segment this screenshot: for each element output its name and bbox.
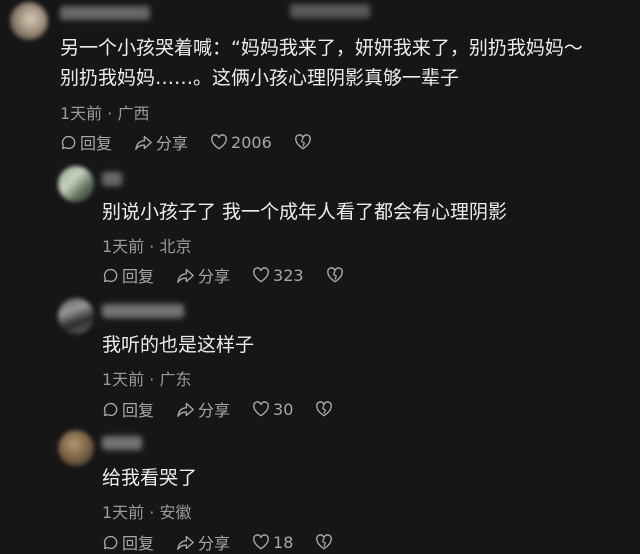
comment-actions: 回复 分享 2006 bbox=[60, 130, 315, 154]
comment-text-line-1: 我听的也是这样子 bbox=[102, 334, 255, 356]
username-blurred[interactable] bbox=[60, 6, 150, 20]
comment-location: 北京 bbox=[159, 237, 192, 256]
avatar[interactable] bbox=[10, 2, 48, 40]
like-button[interactable]: 323 bbox=[252, 266, 304, 285]
share-button[interactable]: 分享 bbox=[134, 130, 188, 154]
dislike-icon bbox=[316, 401, 333, 417]
share-button[interactable]: 分享 bbox=[176, 397, 230, 421]
comment-meta: 1天前 · 广西 bbox=[60, 100, 149, 124]
share-icon bbox=[177, 402, 194, 417]
reply-button[interactable]: 回复 bbox=[102, 397, 154, 421]
reply-button[interactable]: 回复 bbox=[102, 530, 154, 554]
dislike-button[interactable] bbox=[326, 267, 347, 283]
share-icon bbox=[177, 268, 194, 283]
username-blurred[interactable] bbox=[102, 436, 142, 450]
like-count: 30 bbox=[273, 399, 294, 419]
heart-icon bbox=[211, 134, 227, 150]
comment-text-line-1: 别说小孩子了 我一个成年人看了都会有心理阴影 bbox=[102, 201, 508, 223]
like-button[interactable]: 18 bbox=[252, 533, 293, 552]
share-label: 分享 bbox=[198, 267, 231, 286]
meta-separator: · bbox=[149, 370, 155, 389]
comment-text: 我听的也是这样子 bbox=[102, 330, 254, 360]
avatar[interactable] bbox=[58, 430, 94, 466]
like-count: 323 bbox=[273, 265, 304, 285]
comment-time: 1天前 bbox=[102, 370, 145, 389]
avatar[interactable] bbox=[58, 166, 94, 202]
like-button[interactable]: 2006 bbox=[210, 133, 272, 152]
comment-location: 广东 bbox=[159, 370, 192, 389]
heart-icon bbox=[253, 267, 269, 283]
meta-separator: · bbox=[149, 237, 155, 256]
reply-label: 回复 bbox=[122, 534, 155, 553]
heart-icon bbox=[253, 401, 269, 417]
reply-button[interactable]: 回复 bbox=[60, 130, 112, 154]
reply-button[interactable]: 回复 bbox=[102, 263, 154, 287]
comment-text: 别说小孩子了 我一个成年人看了都会有心理阴影 bbox=[102, 197, 507, 227]
reply-label: 回复 bbox=[122, 401, 155, 420]
like-button[interactable]: 30 bbox=[252, 400, 293, 419]
share-label: 分享 bbox=[156, 134, 189, 153]
share-icon bbox=[135, 135, 152, 150]
reply-icon bbox=[61, 135, 76, 149]
username-blurred[interactable] bbox=[102, 172, 122, 186]
heart-icon bbox=[253, 534, 269, 550]
reply-icon bbox=[103, 535, 118, 549]
comment-location: 广西 bbox=[117, 104, 150, 123]
comment-text-line-1: 另一个小孩哭着喊：“妈妈我来了，妍妍我来了，别扔我妈妈～ bbox=[60, 37, 583, 59]
comment-actions: 回复 分享 323 bbox=[102, 263, 347, 287]
reply-icon bbox=[103, 268, 118, 282]
comment-actions: 回复 分享 30 bbox=[102, 397, 336, 421]
comment-location: 安徽 bbox=[159, 503, 192, 522]
like-count: 18 bbox=[273, 532, 294, 552]
dislike-button[interactable] bbox=[315, 534, 336, 550]
comment-time: 1天前 bbox=[102, 237, 145, 256]
username-blurred-2 bbox=[290, 4, 370, 18]
reply-icon bbox=[103, 402, 118, 416]
share-button[interactable]: 分享 bbox=[176, 263, 230, 287]
comment-text-line-2: 别扔我妈妈……。这俩小孩心理阴影真够一辈子 bbox=[60, 67, 460, 89]
avatar[interactable] bbox=[58, 298, 94, 334]
dislike-icon bbox=[294, 134, 311, 150]
username-blurred[interactable] bbox=[102, 304, 184, 318]
comment-meta: 1天前 · 广东 bbox=[102, 366, 191, 390]
comment-text: 给我看哭了 bbox=[102, 463, 197, 493]
dislike-icon bbox=[316, 534, 333, 550]
share-icon bbox=[177, 535, 194, 550]
reply-label: 回复 bbox=[80, 134, 113, 153]
share-button[interactable]: 分享 bbox=[176, 530, 230, 554]
dislike-icon bbox=[326, 267, 343, 283]
comment-text: 另一个小孩哭着喊：“妈妈我来了，妍妍我来了，别扔我妈妈～ 别扔我妈妈……。这俩小… bbox=[60, 33, 583, 93]
comment-actions: 回复 分享 18 bbox=[102, 530, 336, 554]
reply-label: 回复 bbox=[122, 267, 155, 286]
comment-time: 1天前 bbox=[60, 104, 103, 123]
comment-meta: 1天前 · 北京 bbox=[102, 233, 191, 257]
comment-meta: 1天前 · 安徽 bbox=[102, 499, 191, 523]
dislike-button[interactable] bbox=[315, 401, 336, 417]
comment-time: 1天前 bbox=[102, 503, 145, 522]
like-count: 2006 bbox=[231, 132, 272, 152]
comment-text-line-1: 给我看哭了 bbox=[102, 467, 198, 489]
meta-separator: · bbox=[107, 104, 113, 123]
dislike-button[interactable] bbox=[294, 134, 315, 150]
share-label: 分享 bbox=[198, 534, 231, 553]
share-label: 分享 bbox=[198, 401, 231, 420]
meta-separator: · bbox=[149, 503, 155, 522]
